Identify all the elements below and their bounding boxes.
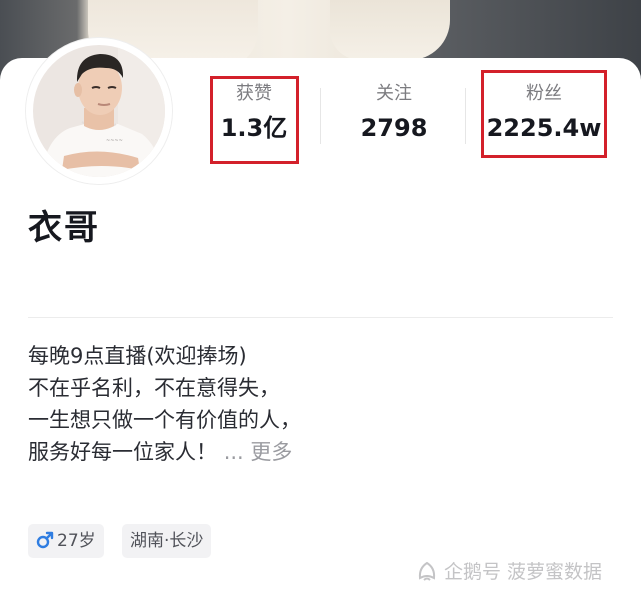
stat-divider	[465, 88, 466, 144]
bio-line-last: 服务好每一位家人！ ... 更多	[28, 436, 301, 468]
svg-text:~~~~: ~~~~	[106, 138, 123, 144]
stat-likes-value: 1.3亿	[220, 114, 288, 142]
nickname: 衣哥	[28, 208, 100, 248]
avatar[interactable]: ~~~~	[26, 38, 172, 184]
bio-line: 一生想只做一个有价值的人，	[28, 408, 301, 432]
bio-line: 不在乎名利，不在意得失，	[28, 376, 280, 400]
avatar-photo: ~~~~	[26, 38, 172, 184]
bio[interactable]: 每晚9点直播(欢迎捧场) 不在乎名利，不在意得失， 一生想只做一个有价值的人， …	[28, 340, 301, 468]
penguin-icon	[418, 561, 436, 581]
watermark-text: 企鹅号 菠萝蜜数据	[444, 561, 603, 583]
more-link[interactable]: 更多	[250, 440, 292, 464]
cover-photo-detail	[330, 0, 450, 60]
stat-following-label: 关注	[376, 83, 412, 104]
section-divider	[28, 317, 613, 318]
stat-divider	[320, 88, 321, 144]
watermark: 企鹅号 菠萝蜜数据	[416, 558, 602, 586]
stat-followers-label: 粉丝	[526, 83, 562, 104]
location-text: 湖南·长沙	[130, 531, 204, 551]
location-tag: 湖南·长沙	[122, 524, 212, 558]
gender-age-tag: 27岁	[28, 524, 104, 558]
stat-likes[interactable]: 获赞 1.3亿	[199, 82, 309, 144]
profile-screen: ~~~~ 获赞 1.3亿 关注 2798 粉丝 2225.4w 衣哥 每晚9点直…	[0, 0, 641, 594]
profile-card: ~~~~ 获赞 1.3亿 关注 2798 粉丝 2225.4w 衣哥 每晚9点直…	[0, 38, 641, 594]
male-icon	[36, 531, 54, 548]
stat-followers-value: 2225.4w	[486, 114, 602, 142]
stat-following-value: 2798	[360, 114, 428, 142]
bio-ellipsis: ...	[223, 440, 244, 464]
bio-line-text: 服务好每一位家人！	[28, 440, 217, 464]
stat-likes-label: 获赞	[236, 83, 272, 104]
age-text: 27岁	[57, 531, 96, 551]
stat-followers[interactable]: 粉丝 2225.4w	[484, 82, 604, 144]
bio-line: 每晚9点直播(欢迎捧场)	[28, 344, 247, 368]
stat-following[interactable]: 关注 2798	[339, 82, 449, 144]
